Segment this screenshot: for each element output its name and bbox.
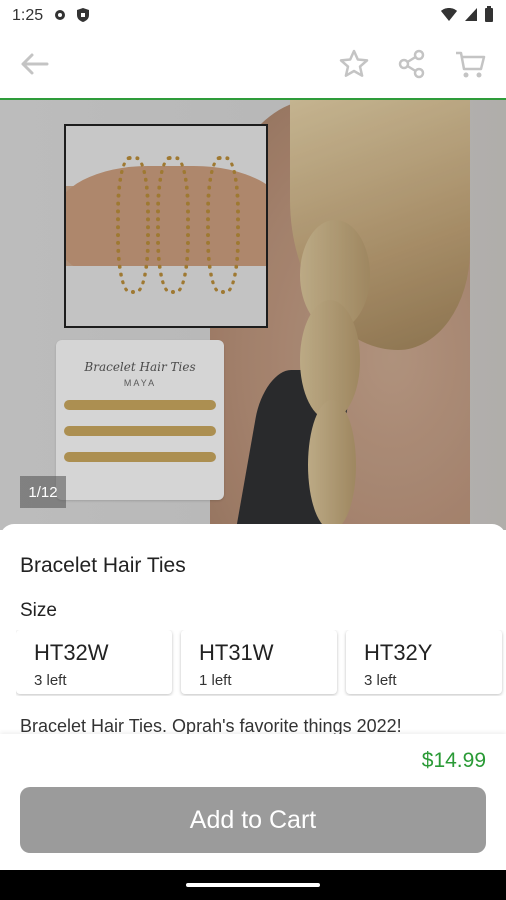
size-code: HT31W [199,640,274,665]
cart-icon [454,49,486,84]
image-counter: 1/12 [20,476,66,508]
size-code: HT32W [34,640,109,665]
system-nav-bar [0,870,506,900]
status-time: 1:25 [12,7,44,24]
back-button[interactable] [14,48,54,84]
home-indicator[interactable] [186,883,320,887]
image-shade [0,100,506,530]
purchase-panel: $14.99 Add to Cart [0,734,506,870]
status-bar: 1:25 [0,0,506,32]
size-option[interactable]: HT32W 3 left [16,630,172,694]
status-icons-left [52,7,90,28]
settings-icon [52,7,68,28]
size-stock: 3 left [34,672,67,689]
battery-icon [484,6,494,27]
favorite-button[interactable] [334,46,374,86]
price: $14.99 [421,749,486,772]
size-stock: 1 left [199,672,232,689]
product-image-carousel[interactable]: Bracelet Hair Ties MAYA 1/12 [0,100,506,530]
cart-button[interactable] [450,46,490,86]
size-stock: 3 left [364,672,397,689]
signal-icon [464,6,478,27]
shield-icon [76,7,90,28]
app-bar [0,32,506,100]
size-option[interactable]: HT32Y 3 left [346,630,502,694]
product-title: Bracelet Hair Ties [20,554,186,577]
status-icons-right [440,6,494,27]
star-icon [338,48,370,85]
wifi-icon [440,6,458,27]
size-code: HT32Y [364,640,433,665]
share-button[interactable] [392,46,432,86]
share-icon [397,49,427,84]
size-options: HT32W 3 left HT31W 1 left HT32Y 3 left [16,630,506,696]
add-to-cart-button[interactable]: Add to Cart [20,787,486,853]
size-option[interactable]: HT31W 1 left [181,630,337,694]
size-label: Size [20,600,57,621]
back-arrow-icon [19,52,49,81]
